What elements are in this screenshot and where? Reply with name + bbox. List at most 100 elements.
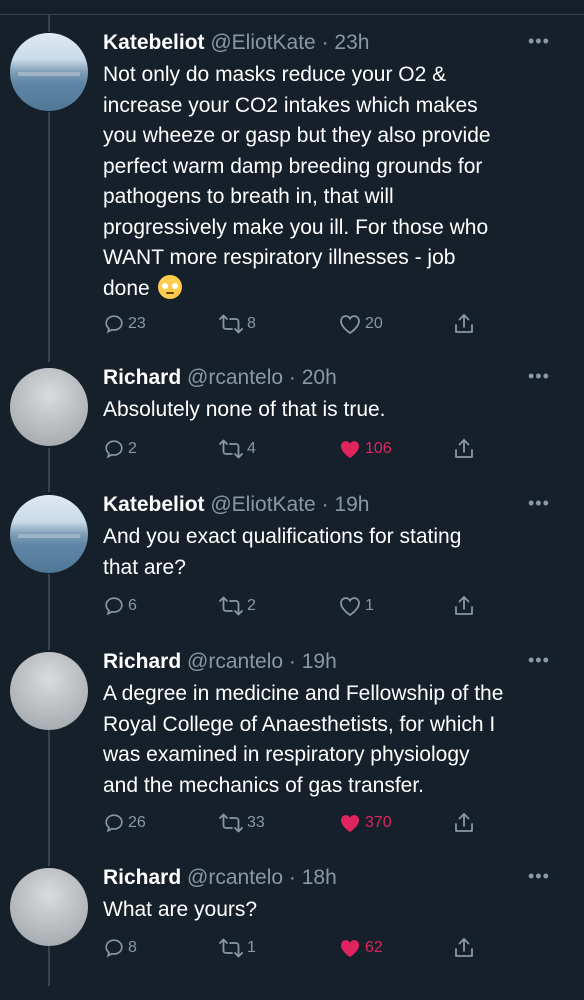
tweet[interactable]: Richard @rcantelo · 19h ••• A degree in … xyxy=(0,644,584,854)
reply-icon xyxy=(103,937,128,959)
more-options-icon[interactable]: ••• xyxy=(528,31,550,52)
author-handle[interactable]: @EliotKate xyxy=(210,493,315,516)
retweet-count: 2 xyxy=(247,597,256,614)
reply-button[interactable]: 23 xyxy=(103,310,146,338)
retweet-count: 8 xyxy=(247,315,256,332)
like-count: 106 xyxy=(365,440,392,457)
reply-count: 23 xyxy=(128,315,146,332)
tweet[interactable]: Katebeliot @EliotKate · 23h ••• Not only… xyxy=(0,0,584,360)
tweet-line: Royal College of Anaesthetists, for whic… xyxy=(103,712,496,736)
tweet-line: Absolutely none of that is true. xyxy=(103,398,386,421)
share-icon xyxy=(453,312,478,336)
share-button[interactable] xyxy=(453,435,478,463)
reply-button[interactable]: 6 xyxy=(103,592,137,620)
retweet-button[interactable]: 2 xyxy=(218,592,256,620)
retweet-button[interactable]: 8 xyxy=(218,310,256,338)
timestamp[interactable]: 18h xyxy=(302,866,337,889)
author-handle[interactable]: @rcantelo xyxy=(187,366,283,389)
like-button[interactable]: 20 xyxy=(338,310,383,338)
tweet-actions: 26 33 370 xyxy=(103,809,573,837)
retweet-count: 33 xyxy=(247,814,265,831)
tweet-header: Richard @rcantelo · 19h xyxy=(103,650,337,673)
like-count: 62 xyxy=(365,939,383,956)
author-name[interactable]: Richard xyxy=(103,366,181,389)
timestamp[interactable]: 23h xyxy=(334,31,369,54)
like-icon xyxy=(338,937,365,959)
retweet-button[interactable]: 4 xyxy=(218,435,256,463)
avatar[interactable] xyxy=(10,868,88,946)
tweet-line: progressively make you ill. For those wh… xyxy=(103,215,489,239)
share-button[interactable] xyxy=(453,310,478,338)
tweet-header: Richard @rcantelo · 18h xyxy=(103,866,337,889)
tweet-line: perfect warm damp breeding grounds for xyxy=(103,154,483,178)
retweet-button[interactable]: 1 xyxy=(218,934,256,962)
reply-button[interactable]: 8 xyxy=(103,934,137,962)
reply-button[interactable]: 26 xyxy=(103,809,146,837)
author-name[interactable]: Katebeliot xyxy=(103,493,205,516)
like-button[interactable]: 106 xyxy=(338,435,392,463)
avatar[interactable] xyxy=(10,33,88,111)
tweet-line: that are? xyxy=(103,555,186,579)
like-icon xyxy=(338,313,365,335)
reply-icon xyxy=(103,595,128,617)
retweet-icon xyxy=(218,937,247,959)
tweet-text: A degree in medicine and Fellowship of t… xyxy=(103,679,573,801)
share-icon xyxy=(453,437,478,461)
face-with-rolling-eyes-icon xyxy=(157,274,182,299)
timestamp[interactable]: 20h xyxy=(302,366,337,389)
retweet-icon xyxy=(218,313,247,335)
tweet-line: increase your CO2 intakes which makes xyxy=(103,93,478,117)
retweet-icon xyxy=(218,595,247,617)
reply-count: 6 xyxy=(128,597,137,614)
author-handle[interactable]: @rcantelo xyxy=(187,650,283,673)
tweet-text: Absolutely none of that is true. xyxy=(103,395,573,426)
author-handle[interactable]: @EliotKate xyxy=(210,31,315,54)
avatar[interactable] xyxy=(10,495,88,573)
reply-count: 26 xyxy=(128,814,146,831)
like-button[interactable]: 62 xyxy=(338,934,383,962)
like-count: 370 xyxy=(365,814,392,831)
retweet-count: 4 xyxy=(247,440,256,457)
share-icon xyxy=(453,936,478,960)
more-options-icon[interactable]: ••• xyxy=(528,493,550,514)
retweet-icon xyxy=(218,438,247,460)
timestamp[interactable]: 19h xyxy=(302,650,337,673)
tweet-text: What are yours? xyxy=(103,895,573,926)
tweet-header: Katebeliot @EliotKate · 19h xyxy=(103,493,370,516)
more-options-icon[interactable]: ••• xyxy=(528,366,550,387)
tweet-line: done xyxy=(103,274,573,305)
tweet-line: pathogens to breath in, that will xyxy=(103,185,394,208)
more-options-icon[interactable]: ••• xyxy=(528,866,550,887)
reply-icon xyxy=(103,812,128,834)
tweet-line: Not only do masks reduce your O2 & xyxy=(103,63,447,86)
like-count: 1 xyxy=(365,597,374,614)
share-button[interactable] xyxy=(453,592,478,620)
tweet-line: you wheeze or gasp but they also provide xyxy=(103,124,491,147)
author-name[interactable]: Katebeliot xyxy=(103,31,205,54)
reply-count: 2 xyxy=(128,440,137,457)
tweet[interactable]: Katebeliot @EliotKate · 19h ••• And you … xyxy=(0,488,584,638)
tweet-line: What are yours? xyxy=(103,898,258,921)
share-button[interactable] xyxy=(453,809,478,837)
timestamp[interactable]: 19h xyxy=(334,493,369,516)
like-button[interactable]: 370 xyxy=(338,809,392,837)
reply-button[interactable]: 2 xyxy=(103,435,137,463)
share-button[interactable] xyxy=(453,934,478,962)
author-handle[interactable]: @rcantelo xyxy=(187,866,283,889)
retweet-icon xyxy=(218,812,247,834)
tweet[interactable]: Richard @rcantelo · 18h ••• What are you… xyxy=(0,860,584,1000)
more-options-icon[interactable]: ••• xyxy=(528,650,550,671)
avatar[interactable] xyxy=(10,652,88,730)
author-name[interactable]: Richard xyxy=(103,650,181,673)
like-icon xyxy=(338,812,365,834)
avatar[interactable] xyxy=(10,368,88,446)
tweet-header: Richard @rcantelo · 20h xyxy=(103,366,337,389)
share-icon xyxy=(453,594,478,618)
retweet-button[interactable]: 33 xyxy=(218,809,265,837)
like-button[interactable]: 1 xyxy=(338,592,374,620)
author-name[interactable]: Richard xyxy=(103,866,181,889)
tweet[interactable]: Richard @rcantelo · 20h ••• Absolutely n… xyxy=(0,360,584,480)
tweet-actions: 8 1 62 xyxy=(103,934,573,962)
reply-icon xyxy=(103,313,128,335)
tweet-actions: 2 4 106 xyxy=(103,435,573,463)
